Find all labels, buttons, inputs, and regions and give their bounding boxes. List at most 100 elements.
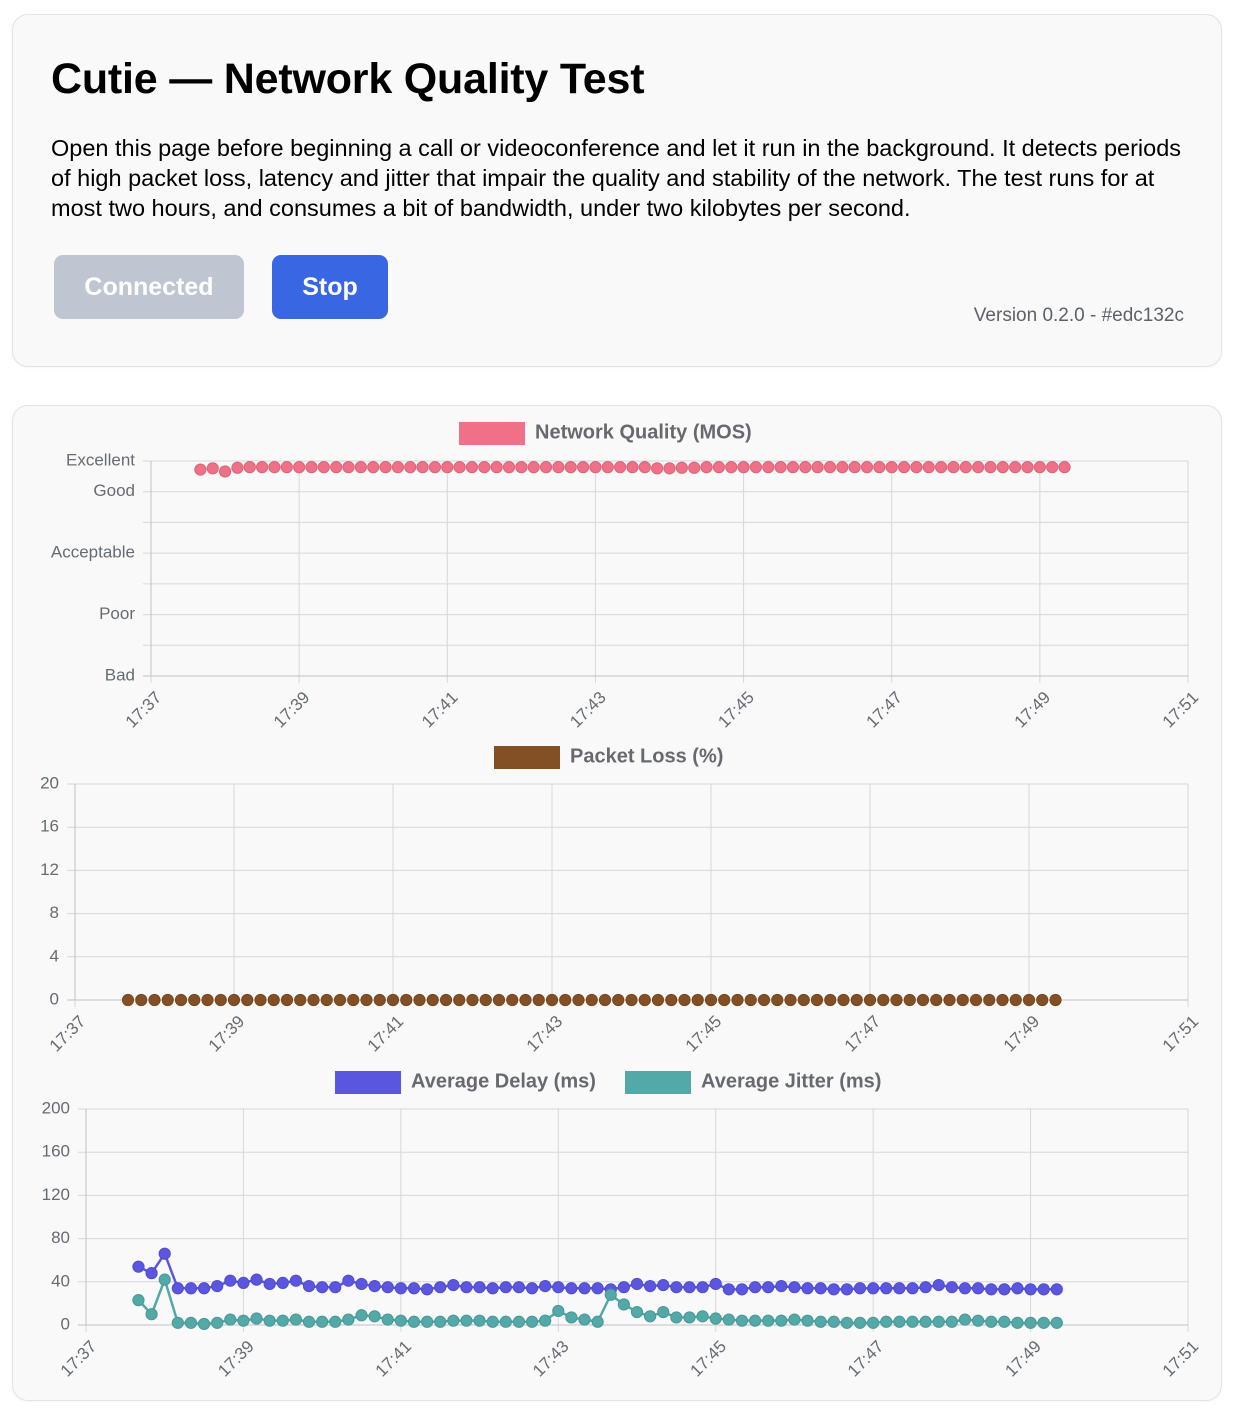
- data-point: [824, 993, 837, 1007]
- data-point: [885, 461, 898, 474]
- data-point: [453, 461, 466, 474]
- legend-swatch: [335, 1071, 401, 1094]
- page-description: Open this page before beginning a call o…: [51, 135, 1182, 221]
- data-point: [585, 993, 598, 1007]
- data-point: [651, 462, 664, 475]
- data-point: [368, 1280, 381, 1293]
- data-point: [853, 1316, 867, 1329]
- x-tick-label: 17:39: [214, 1337, 258, 1381]
- data-point: [850, 993, 863, 1007]
- data-point: [145, 1267, 158, 1280]
- data-point: [197, 1282, 211, 1295]
- data-point: [762, 461, 775, 474]
- data-point: [890, 993, 903, 1007]
- data-point: [329, 1281, 342, 1294]
- data-point: [250, 1312, 263, 1325]
- stop-button[interactable]: Stop: [272, 255, 388, 319]
- y-tick-label: 0: [50, 989, 59, 1008]
- data-point: [969, 993, 983, 1007]
- data-point: [589, 461, 602, 474]
- data-point: [848, 461, 861, 474]
- legend-swatch: [625, 1071, 691, 1094]
- x-tick-label: 17:49: [1011, 688, 1055, 732]
- data-point: [492, 993, 506, 1007]
- data-point: [840, 1283, 854, 1296]
- data-point: [158, 1247, 171, 1260]
- data-point: [317, 461, 330, 474]
- charts-card: 17:37 17:39 17:41 17:43 17:45 17:47 17:49 17:51…: [12, 405, 1222, 1401]
- data-point: [439, 993, 453, 1007]
- data-point: [1050, 1283, 1063, 1296]
- data-point: [539, 1280, 552, 1293]
- data-point: [447, 1314, 460, 1327]
- data-point: [799, 461, 812, 474]
- data-point: [657, 1278, 670, 1292]
- data-point: [996, 461, 1009, 474]
- data-point: [617, 1281, 630, 1294]
- data-point: [670, 1311, 683, 1324]
- y-tick-label: 80: [51, 1228, 70, 1247]
- header-card: Cutie — Network Quality Test Open this p…: [12, 14, 1222, 367]
- data-point: [853, 1282, 867, 1295]
- data-point: [775, 1280, 788, 1293]
- data-point: [227, 993, 241, 1007]
- x-tick-label: 17:51: [1159, 688, 1203, 732]
- data-point: [591, 1315, 604, 1328]
- data-point: [525, 1315, 539, 1328]
- x-tick-label: 17:51: [1159, 1012, 1203, 1056]
- data-point: [906, 1282, 919, 1295]
- x-tick-label: 17:37: [57, 1337, 101, 1381]
- data-point: [972, 461, 985, 474]
- connected-button[interactable]: Connected: [54, 255, 244, 319]
- legend-label: Network Quality (MOS): [535, 421, 752, 443]
- x-tick-label: 17:41: [418, 688, 462, 732]
- data-point: [263, 1314, 276, 1327]
- data-point: [663, 462, 676, 475]
- data-point: [224, 1313, 237, 1326]
- data-point: [214, 993, 227, 1007]
- data-point: [174, 993, 188, 1007]
- data-point: [354, 461, 367, 474]
- data-point: [696, 1310, 709, 1323]
- data-point: [171, 1316, 184, 1329]
- data-point: [945, 1315, 958, 1328]
- data-point: [197, 1317, 211, 1331]
- data-point: [788, 1313, 801, 1326]
- data-point: [490, 461, 503, 474]
- data-point: [559, 993, 572, 1007]
- data-point: [466, 993, 479, 1007]
- data-point: [775, 1314, 788, 1327]
- data-point: [206, 462, 219, 475]
- data-point: [919, 1281, 932, 1294]
- data-point: [614, 461, 627, 474]
- data-point: [368, 1310, 381, 1323]
- data-point: [757, 993, 771, 1007]
- data-point: [873, 461, 886, 474]
- data-point: [316, 1281, 329, 1294]
- data-point: [241, 993, 254, 1007]
- data-point: [919, 1315, 932, 1328]
- data-point: [360, 993, 373, 1007]
- data-point: [289, 1313, 303, 1326]
- x-tick-label: 17:39: [270, 688, 314, 732]
- data-point: [460, 1314, 473, 1327]
- data-point: [194, 463, 207, 476]
- data-point: [737, 461, 750, 474]
- data-point: [709, 1312, 722, 1325]
- data-point: [1050, 1316, 1063, 1329]
- data-point: [810, 993, 824, 1007]
- data-point: [675, 461, 688, 474]
- y-tick-label: 4: [50, 946, 59, 965]
- data-point: [391, 461, 405, 474]
- data-point: [801, 1282, 814, 1295]
- data-point: [320, 993, 333, 1007]
- data-point: [958, 1282, 972, 1295]
- data-point: [465, 461, 479, 474]
- data-point: [910, 461, 923, 474]
- data-point: [486, 1282, 499, 1295]
- data-point: [552, 1281, 565, 1294]
- data-point: [532, 993, 545, 1007]
- data-point: [276, 1314, 289, 1327]
- data-point: [1024, 1283, 1037, 1296]
- data-point: [145, 1308, 158, 1321]
